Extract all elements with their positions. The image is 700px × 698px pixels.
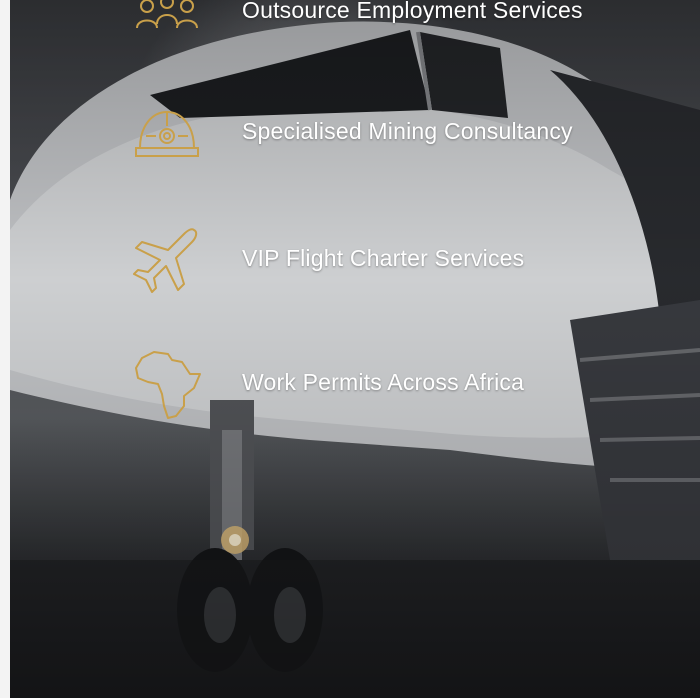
mining-helmet-icon [132, 98, 202, 168]
team-people-icon [132, 0, 202, 38]
service-label-work-permits-africa: Work Permits Across Africa [242, 369, 525, 395]
service-label-vip-flight-charter: VIP Flight Charter Services [242, 245, 525, 271]
africa-map-icon [132, 348, 202, 419]
service-item-mining-consultancy[interactable]: Specialised Mining Consultancy [10, 96, 700, 176]
service-label-outsource-employment: Outsource Employment Services [242, 0, 583, 23]
service-item-vip-flight-charter[interactable]: VIP Flight Charter Services [10, 222, 700, 302]
service-item-outsource-employment[interactable]: Outsource Employment Services [10, 0, 700, 40]
service-item-work-permits-africa[interactable]: Work Permits Across Africa [10, 346, 700, 426]
hero-banner: Outsource Employment Services Specialise… [10, 0, 700, 698]
service-label-mining-consultancy: Specialised Mining Consultancy [242, 118, 573, 144]
airplane-icon [132, 224, 202, 294]
page-left-edge [0, 0, 10, 698]
